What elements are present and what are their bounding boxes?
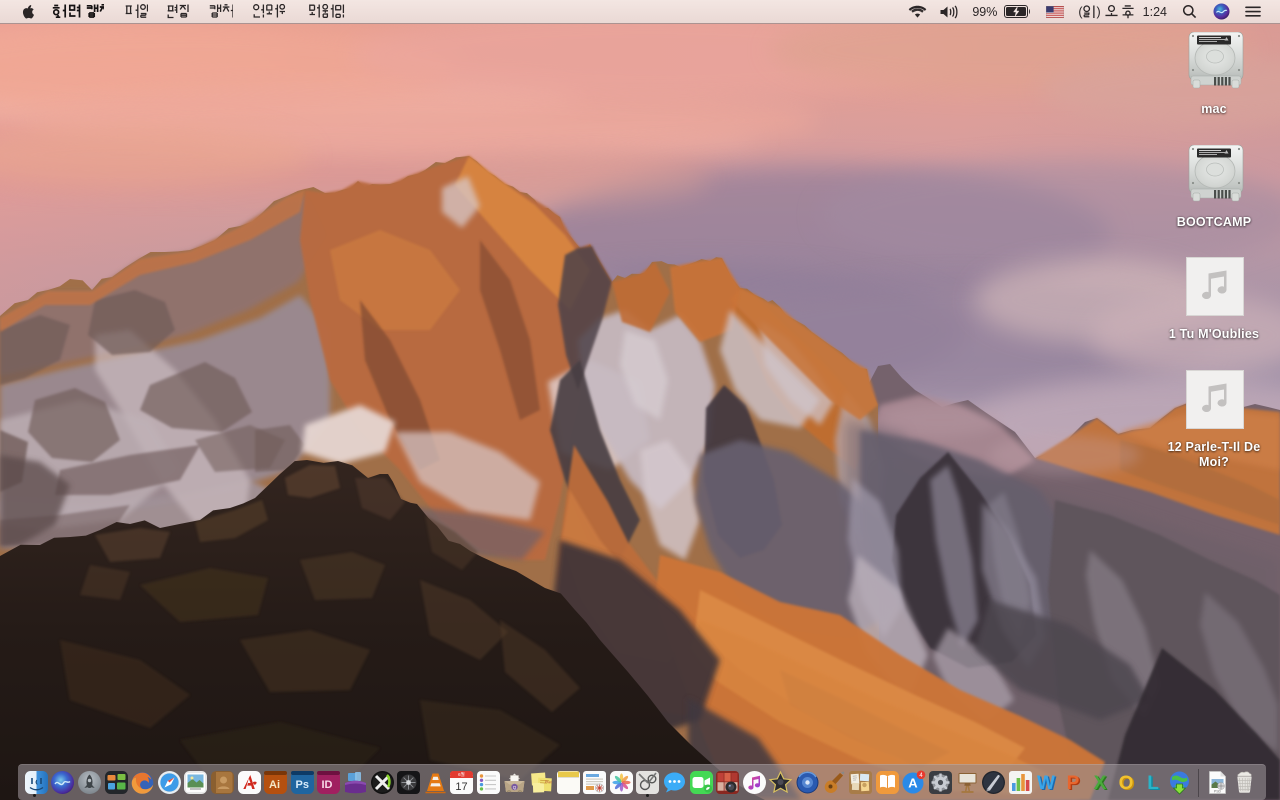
svg-text:Ps: Ps: [295, 779, 308, 791]
svg-text:P: P: [1067, 773, 1080, 794]
svg-text:X: X: [1093, 773, 1106, 794]
svg-text:Ai: Ai: [269, 779, 280, 791]
svg-text:L: L: [1147, 773, 1159, 794]
svg-text:6월: 6월: [458, 771, 465, 778]
svg-text:ID: ID: [322, 779, 333, 791]
svg-text:Plan: Plan: [545, 780, 552, 784]
svg-text:PSD: PSD: [1214, 790, 1222, 794]
svg-text:O: O: [1119, 773, 1134, 794]
svg-text:Q: Q: [513, 785, 517, 790]
svg-text:W: W: [1037, 773, 1055, 794]
svg-text:17: 17: [456, 781, 468, 793]
svg-text:A: A: [909, 776, 919, 791]
